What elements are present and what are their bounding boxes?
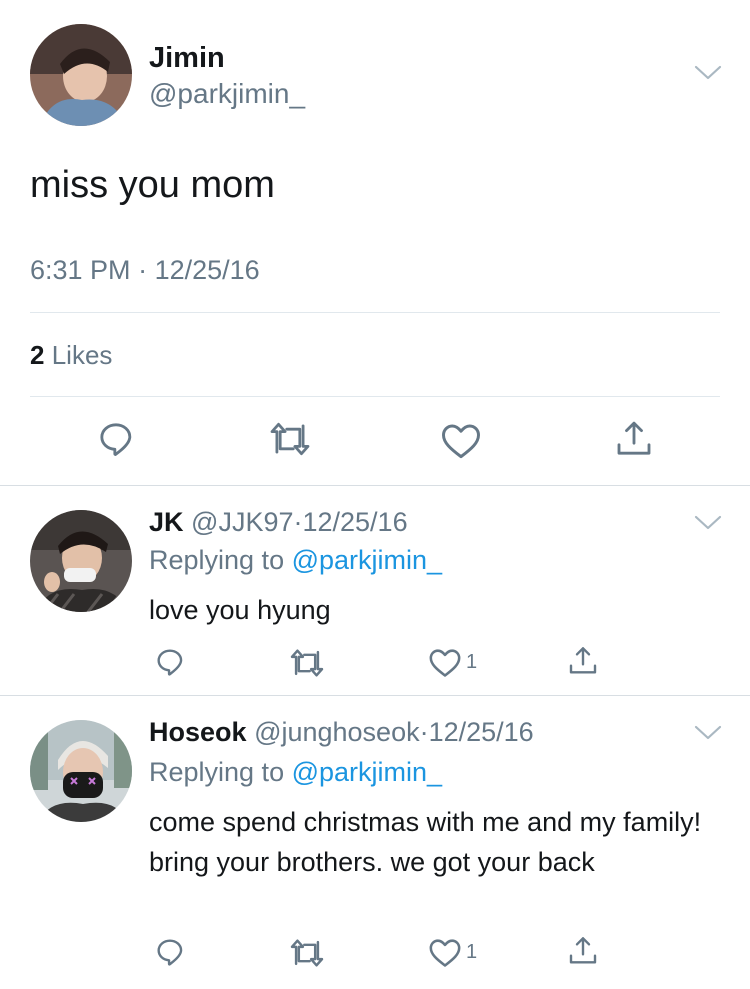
reply-author-handle[interactable]: @junghoseok [254, 717, 420, 747]
replying-to-link[interactable]: @parkjimin_ [292, 545, 442, 575]
reply-icon [157, 649, 183, 676]
tweet-time: 6:31 PM [30, 255, 131, 285]
like-button[interactable]: 1 [428, 936, 477, 968]
share-button[interactable] [567, 934, 599, 968]
likes-summary[interactable]: 2 Likes [30, 340, 112, 371]
chevron-down-icon[interactable] [693, 64, 723, 87]
reply-tweet[interactable]: Hoseok @junghoseok·12/25/16 Replying to … [0, 696, 750, 989]
separator-dot: · [138, 255, 148, 285]
share-button[interactable] [567, 644, 599, 678]
replying-to-prefix: Replying to [149, 545, 285, 575]
like-button[interactable]: 1 [428, 646, 477, 678]
reply-date: 12/25/16 [302, 507, 408, 537]
retweet-icon [290, 649, 324, 677]
replying-to: Replying to @parkjimin_ [149, 757, 442, 788]
like-count: 1 [466, 940, 478, 963]
heart-icon [429, 939, 461, 967]
likes-count: 2 [30, 340, 45, 370]
reply-author-handle[interactable]: @JJK97 [191, 507, 293, 537]
tweet-date: 12/25/16 [154, 255, 260, 285]
main-tweet: Jimin @parkjimin_ miss you mom 6:31 PM ·… [0, 0, 750, 485]
divider [30, 312, 720, 313]
separator-dot: · [419, 717, 429, 747]
retweet-icon [270, 422, 310, 456]
chevron-down-icon[interactable] [693, 724, 723, 747]
retweet-icon [290, 939, 324, 967]
reply-text: love you hyung [149, 595, 331, 625]
reply-text: come spend christmas with me and my fami… [149, 807, 702, 877]
like-button[interactable] [440, 420, 482, 460]
reply-author-name[interactable]: Hoseok [149, 717, 247, 747]
reply-author-name[interactable]: JK [149, 507, 184, 537]
replying-to: Replying to @parkjimin_ [149, 545, 442, 576]
reply-icon [157, 939, 183, 966]
author-name[interactable]: Jimin [149, 42, 225, 75]
share-icon [617, 421, 651, 455]
reply-tweet[interactable]: JK @JJK97·12/25/16 Replying to @parkjimi… [0, 486, 750, 695]
retweet-button[interactable] [289, 938, 325, 968]
likes-label: Likes [51, 340, 113, 370]
tweet-text: miss you mom [30, 164, 275, 206]
heart-icon [429, 649, 461, 677]
retweet-button[interactable] [289, 648, 325, 678]
reply-date: 12/25/16 [428, 717, 534, 747]
reply-header: JK @JJK97·12/25/16 [149, 507, 408, 538]
replying-to-prefix: Replying to [149, 757, 285, 787]
tweet-timestamp: 6:31 PM · 12/25/16 [30, 255, 260, 286]
reply-icon [100, 423, 132, 456]
reply-button[interactable] [154, 646, 186, 678]
reply-button[interactable] [96, 419, 136, 459]
retweet-button[interactable] [268, 421, 312, 457]
chevron-down-icon[interactable] [693, 514, 723, 537]
author-avatar[interactable] [30, 24, 132, 126]
author-handle[interactable]: @parkjimin_ [149, 78, 305, 110]
heart-icon [442, 424, 480, 459]
like-count: 1 [466, 650, 478, 673]
reply-avatar[interactable] [30, 720, 132, 822]
reply-avatar[interactable] [30, 510, 132, 612]
replying-to-link[interactable]: @parkjimin_ [292, 757, 442, 787]
reply-button[interactable] [154, 936, 186, 968]
share-button[interactable] [614, 418, 654, 460]
reply-header: Hoseok @junghoseok·12/25/16 [149, 717, 534, 748]
share-icon [569, 647, 597, 674]
share-icon [569, 937, 597, 964]
divider [30, 396, 720, 397]
